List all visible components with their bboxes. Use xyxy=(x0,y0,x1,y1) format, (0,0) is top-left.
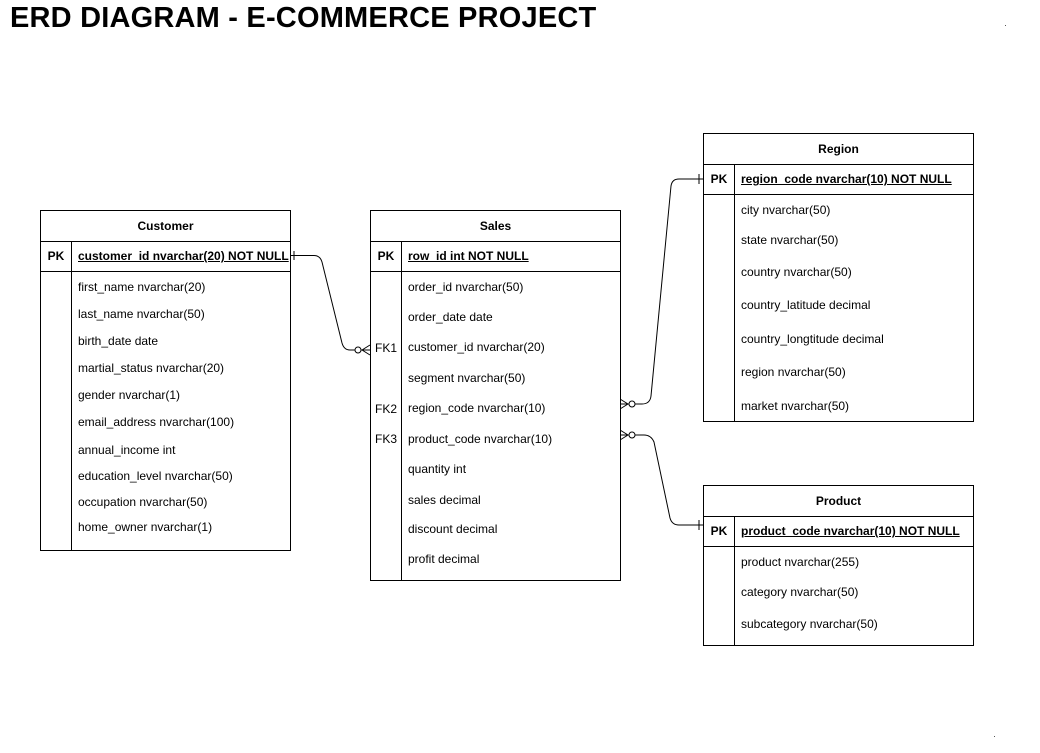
key-column-divider xyxy=(734,164,735,421)
product-table[interactable]: Product PK product_code nvarchar(10) NOT… xyxy=(703,485,974,646)
attribute: quantity int xyxy=(408,462,467,476)
primary-key-field: region_code nvarchar(10) NOT NULL xyxy=(741,172,952,186)
attribute: occupation nvarchar(50) xyxy=(78,495,208,509)
product-table-header: Product xyxy=(704,486,973,517)
fk-label: FK1 xyxy=(374,341,397,355)
attribute: annual_income int xyxy=(78,443,176,457)
primary-key-row: PK product_code nvarchar(10) NOT NULL xyxy=(704,516,973,547)
attribute: city nvarchar(50) xyxy=(741,203,831,217)
relationship-sales-product xyxy=(620,434,703,526)
attribute: gender nvarchar(1) xyxy=(78,388,181,402)
region-table[interactable]: Region PK region_code nvarchar(10) NOT N… xyxy=(703,133,974,422)
sales-table-header: Sales xyxy=(371,211,620,242)
primary-key-field: row_id int NOT NULL xyxy=(408,249,529,263)
fk-label: FK3 xyxy=(374,432,397,446)
key-column-divider xyxy=(401,241,402,580)
attribute: country_latitude decimal xyxy=(741,298,871,312)
attribute: profit decimal xyxy=(408,552,480,566)
key-column-divider xyxy=(71,241,72,550)
relationship-sales-region xyxy=(620,178,703,405)
primary-key-row: PK region_code nvarchar(10) NOT NULL xyxy=(704,164,973,195)
primary-key-row: PK row_id int NOT NULL xyxy=(371,241,620,272)
attribute: region nvarchar(50) xyxy=(741,365,846,379)
relationship-customer-sales xyxy=(290,255,370,351)
region-table-header: Region xyxy=(704,134,973,165)
attribute: education_level nvarchar(50) xyxy=(78,469,233,483)
key-column-divider xyxy=(734,516,735,645)
attribute: last_name nvarchar(50) xyxy=(78,307,205,321)
attribute: order_date date xyxy=(408,310,493,324)
pk-label: PK xyxy=(710,172,728,186)
attribute: first_name nvarchar(20) xyxy=(78,280,206,294)
attribute: discount decimal xyxy=(408,522,498,536)
fk-label: FK2 xyxy=(374,402,397,416)
attribute: subcategory nvarchar(50) xyxy=(741,617,878,631)
attribute: category nvarchar(50) xyxy=(741,585,859,599)
attribute: sales decimal xyxy=(408,493,481,507)
primary-key-row: PK customer_id nvarchar(20) NOT NULL xyxy=(41,241,290,272)
pk-label: PK xyxy=(710,524,728,538)
pk-label: PK xyxy=(47,249,65,263)
pk-label: PK xyxy=(377,249,395,263)
attribute: home_owner nvarchar(1) xyxy=(78,520,213,534)
customer-table-header: Customer xyxy=(41,211,290,242)
attribute: product nvarchar(255) xyxy=(741,555,860,569)
attribute: customer_id nvarchar(20) xyxy=(408,340,545,354)
attribute: market nvarchar(50) xyxy=(741,399,850,413)
primary-key-field: customer_id nvarchar(20) NOT NULL xyxy=(78,249,289,263)
attribute: region_code nvarchar(10) xyxy=(408,401,546,415)
attribute: state nvarchar(50) xyxy=(741,233,839,247)
zero-marker xyxy=(354,346,362,354)
attribute: birth_date date xyxy=(78,334,159,348)
sales-table[interactable]: Sales PK row_id int NOT NULL order_id nv… xyxy=(370,210,621,581)
zero-marker xyxy=(628,400,636,408)
attribute: country_longtitude decimal xyxy=(741,332,884,346)
attribute: product_code nvarchar(10) xyxy=(408,432,553,446)
attribute: email_address nvarchar(100) xyxy=(78,415,235,429)
customer-table[interactable]: Customer PK customer_id nvarchar(20) NOT… xyxy=(40,210,291,551)
zero-marker xyxy=(628,431,636,439)
attribute: segment nvarchar(50) xyxy=(408,371,526,385)
primary-key-field: product_code nvarchar(10) NOT NULL xyxy=(741,524,960,538)
attribute: country nvarchar(50) xyxy=(741,265,852,279)
attribute: martial_status nvarchar(20) xyxy=(78,361,225,375)
attribute: order_id nvarchar(50) xyxy=(408,280,524,294)
